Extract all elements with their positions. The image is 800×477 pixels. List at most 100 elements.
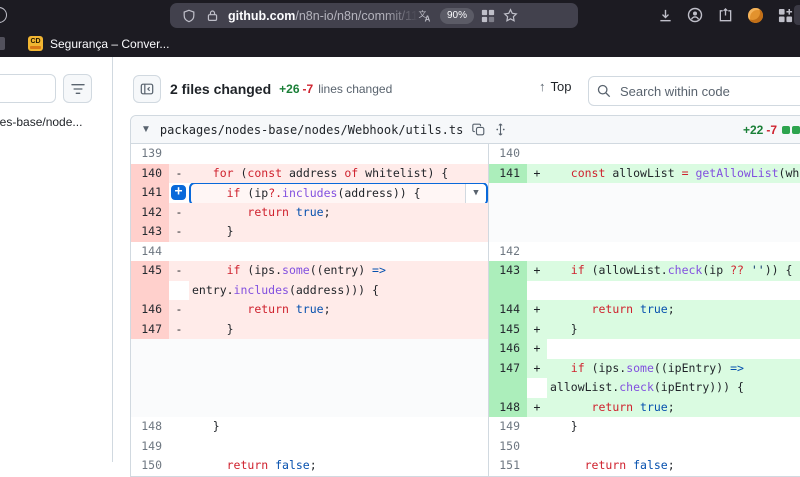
search-within-code-input[interactable]: [618, 83, 798, 100]
code-line: }: [189, 222, 488, 242]
line-number[interactable]: 145: [489, 320, 527, 340]
downloads-button[interactable]: [650, 2, 680, 28]
url-text[interactable]: github.com/n8n-io/n8n/commit/11f8597d4ad…: [228, 9, 418, 23]
diff-row: 143- }: [131, 222, 800, 242]
diff-new-side: 149 }: [488, 417, 800, 437]
line-number[interactable]: 148: [489, 398, 527, 418]
line-number[interactable]: 144: [131, 242, 169, 262]
chrome-action-buttons: [650, 0, 800, 30]
shield-icon[interactable]: [182, 9, 196, 23]
diff-new-side: 148+ return true;: [488, 398, 800, 418]
line-number[interactable]: 150: [489, 437, 527, 457]
line-number[interactable]: 142: [489, 242, 527, 262]
line-number[interactable]: 144: [489, 300, 527, 320]
browser-tab[interactable]: CD Segurança – Conver...: [28, 36, 169, 51]
line-number: [131, 398, 169, 418]
diff-stat-blocks: [782, 126, 800, 134]
line-number[interactable]: 149: [489, 417, 527, 437]
line-number: [131, 359, 169, 398]
diff-new-side: 141+ const allowList = getAllowList(whit…: [488, 164, 800, 184]
diff-row: 147+ if (ips.some((ipEntry) =>allowList.…: [131, 359, 800, 398]
svg-text:A: A: [425, 14, 431, 23]
browser-chrome: github.com/n8n-io/n8n/commit/11f8597d4ad…: [0, 0, 800, 57]
chevron-down-icon[interactable]: ▼: [141, 124, 151, 135]
diff-marker: +: [527, 320, 547, 340]
file-path[interactable]: packages/nodes-base/nodes/Webhook/utils.…: [160, 123, 463, 137]
add-comment-button[interactable]: +: [169, 183, 188, 202]
back-to-top-link[interactable]: ↑ Top: [539, 79, 571, 94]
diff-marker: +: [527, 359, 547, 379]
file-diff-card: ▼ packages/nodes-base/nodes/Webhook/util…: [130, 115, 800, 477]
diff-row: 145- if (ips.some((entry) =>entry.includ…: [131, 261, 800, 300]
diff-toolbar: 2 files changed +26 -7 lines changed: [133, 74, 392, 104]
diff-marker: -: [169, 222, 189, 242]
drag-handle-button[interactable]: [494, 123, 507, 136]
address-bar[interactable]: github.com/n8n-io/n8n/commit/11f8597d4ad…: [170, 3, 578, 28]
diff-marker: -: [169, 300, 189, 320]
tab-favicon: CD: [28, 36, 43, 51]
filter-button[interactable]: [63, 74, 92, 103]
share-icon[interactable]: [710, 2, 740, 28]
diff-marker: +: [527, 261, 547, 281]
diff-new-side: [488, 203, 800, 223]
line-number[interactable]: 143: [131, 222, 169, 242]
line-number[interactable]: 147: [489, 359, 527, 398]
diff-main: 2 files changed +26 -7 lines changed ↑ T…: [114, 57, 800, 462]
diff-row: 144 142: [131, 242, 800, 262]
code-line: if (ips.some((ipEntry) =>allowList.check…: [547, 359, 800, 398]
line-number[interactable]: 145: [131, 261, 169, 300]
tab-partial-icon[interactable]: [0, 37, 5, 50]
line-number[interactable]: 149: [131, 437, 169, 457]
zoom-level-badge[interactable]: 90%: [440, 8, 474, 24]
line-menu-caret[interactable]: ▼: [465, 184, 486, 203]
diff-old-side: 139: [131, 144, 488, 164]
diff-new-side: 140: [488, 144, 800, 164]
line-number[interactable]: 139: [131, 144, 169, 164]
line-number[interactable]: 141: [489, 164, 527, 184]
sidebar-collapse-icon: [140, 81, 154, 97]
diff-row: 142- return true;: [131, 203, 800, 223]
line-number[interactable]: 148: [131, 417, 169, 437]
top-label: Top: [551, 79, 572, 94]
containers-grid-icon[interactable]: [481, 9, 495, 23]
lock-icon[interactable]: [206, 9, 219, 22]
line-number[interactable]: 150: [131, 456, 169, 476]
file-diff-stats: +22 -7: [743, 116, 800, 144]
diff-marker: -: [169, 320, 189, 340]
line-number[interactable]: 147: [131, 320, 169, 340]
diff-old-side: 145- if (ips.some((entry) =>entry.includ…: [131, 261, 488, 300]
copy-icon: [472, 123, 485, 136]
collapse-file-tree-button[interactable]: [133, 75, 161, 103]
code-line: return true;: [547, 398, 800, 418]
account-button[interactable]: [680, 2, 710, 28]
diff-row: 149 150: [131, 437, 800, 457]
total-deletions: -7: [303, 82, 314, 96]
code-line: }: [189, 417, 488, 437]
file-tree-item[interactable]: des-base/node...: [0, 115, 82, 129]
line-number[interactable]: 143: [489, 261, 527, 300]
line-number[interactable]: 140: [131, 164, 169, 184]
copy-path-button[interactable]: [472, 123, 485, 136]
line-number[interactable]: 146: [489, 339, 527, 359]
line-number[interactable]: 142: [131, 203, 169, 223]
edge-partial-button[interactable]: [794, 5, 800, 25]
diff-old-side: 149: [131, 437, 488, 457]
line-number[interactable]: 141: [131, 183, 169, 203]
url-fade: [384, 9, 418, 23]
line-number[interactable]: 140: [489, 144, 527, 164]
reload-icon[interactable]: [0, 7, 7, 23]
search-icon: [597, 84, 611, 98]
diff-marker: +: [527, 164, 547, 184]
code-line: return false;: [189, 456, 488, 476]
code-line: return true;: [547, 300, 800, 320]
line-number[interactable]: 146: [131, 300, 169, 320]
bookmark-star-icon[interactable]: [503, 8, 518, 23]
line-number[interactable]: 151: [489, 456, 527, 476]
up-arrow-icon: ↑: [539, 79, 546, 94]
file-filter-input[interactable]: [0, 74, 56, 103]
move-arrows-icon: [494, 123, 507, 136]
code-search-box[interactable]: [588, 76, 800, 106]
translate-icon[interactable]: 文 A: [418, 9, 433, 23]
extension-orange-ball-icon[interactable]: [740, 2, 770, 28]
diff-new-side: 142: [488, 242, 800, 262]
